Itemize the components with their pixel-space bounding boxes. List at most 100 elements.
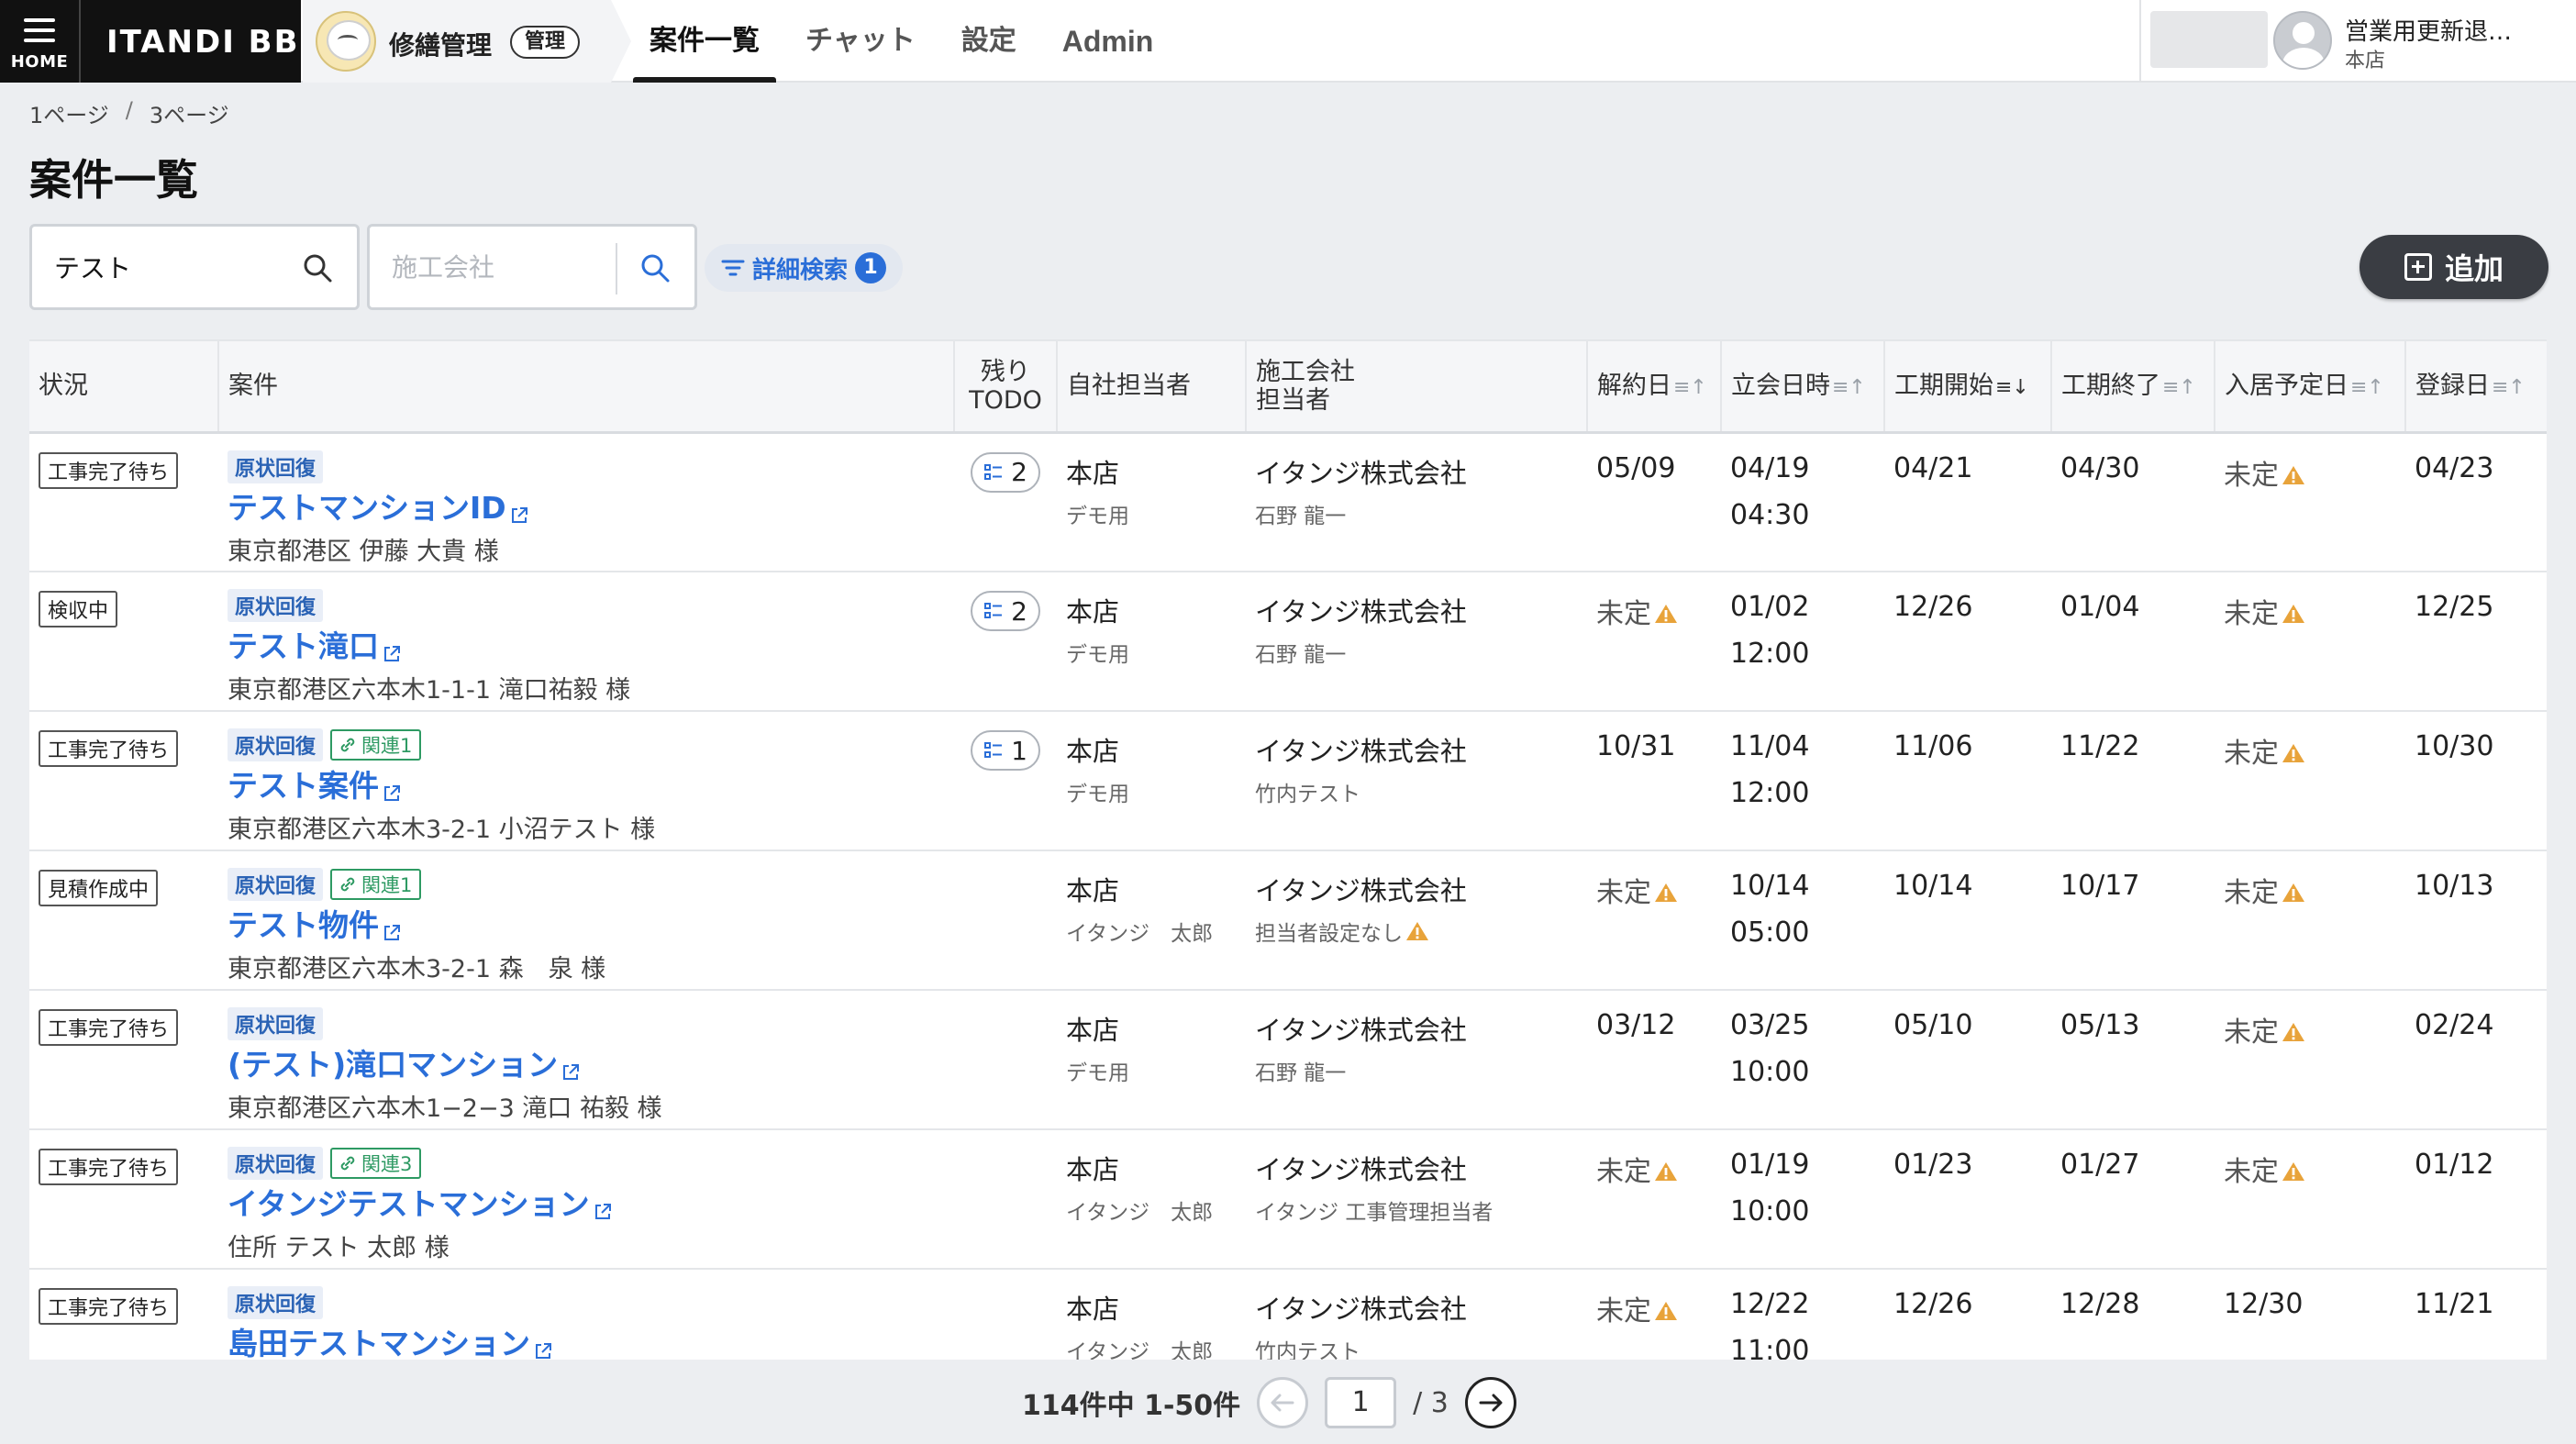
header-registered[interactable]: 登録日≡↑ bbox=[2405, 339, 2547, 434]
keyword-search-input[interactable] bbox=[54, 249, 274, 285]
cancel-date-cell: 未定 bbox=[1587, 1269, 1721, 1360]
staff-branch: 本店 bbox=[1066, 596, 1120, 628]
todo-count-button[interactable]: 2 bbox=[971, 591, 1040, 631]
table-row[interactable]: 工事完了待ち 原状回復 テストマンションID 東京都港区 伊藤 大貴 様 2 本店 デモ用イ… bbox=[29, 432, 2547, 572]
external-link-icon[interactable] bbox=[561, 1053, 580, 1080]
header-move-in[interactable]: 入居予定日≡↑ bbox=[2215, 339, 2406, 434]
advanced-search-button[interactable]: 詳細検索 1 bbox=[705, 244, 904, 292]
case-table-container[interactable]: 状況 案件 残り TODO 自社担当者 施工会社 担当者 解約日≡↑ 立会日時≡↑ … bbox=[29, 339, 2547, 1360]
table-row[interactable]: 工事完了待ち 原状回復 島田テストマンション 本店 イタンジ 太郎 イタンジ株式会社 竹内テ… bbox=[29, 1269, 2547, 1360]
case-title-link[interactable]: 島田テストマンション bbox=[228, 1319, 945, 1360]
prev-page-button[interactable] bbox=[1257, 1377, 1309, 1428]
case-cell: 原状回復 テスト滝口東京都港区六本木1-1-1 滝口祐毅 様 bbox=[218, 572, 954, 712]
external-link-icon[interactable] bbox=[510, 496, 528, 523]
case-address: 東京都港区 伊藤 大貴 様 bbox=[228, 537, 499, 566]
category-tag: 原状回復 bbox=[228, 589, 324, 622]
related-tag[interactable]: 関連3 bbox=[330, 1148, 422, 1179]
external-link-icon[interactable] bbox=[534, 1332, 552, 1359]
app-switcher[interactable]: 修繕管理 管理 bbox=[303, 0, 631, 83]
status-cell: 工事完了待ち bbox=[29, 1129, 218, 1270]
case-address: 東京都港区六本木1−2−3 滝口 祐毅 様 bbox=[228, 1094, 662, 1123]
work-start-cell: 04/21 bbox=[1884, 432, 2051, 572]
cancel-date-cell: 未定 bbox=[1587, 572, 1721, 712]
header-cancel-date[interactable]: 解約日≡↑ bbox=[1587, 339, 1722, 434]
brand-text: ITANDI BB bbox=[106, 24, 300, 61]
main-nav: 案件一覧 チャット 設定 Admin bbox=[633, 0, 1183, 83]
breadcrumb-first[interactable]: 1ページ bbox=[29, 97, 109, 129]
related-tag[interactable]: 関連1 bbox=[330, 869, 422, 900]
brand-logo[interactable]: ITANDI BB bbox=[79, 0, 301, 83]
case-cell: 原状回復 (テスト)滝口マンション 東京都港区六本木1−2−3 滝口 祐毅 様 bbox=[218, 990, 954, 1130]
staff-branch: 本店 bbox=[1066, 1015, 1120, 1046]
todo-list-icon bbox=[984, 742, 1003, 758]
header-contractor: 施工会社 担当者 bbox=[1246, 339, 1588, 434]
todo-cell: 2 bbox=[954, 572, 1057, 712]
staff-branch: 本店 bbox=[1066, 1294, 1120, 1325]
status-cell: 工事完了待ち bbox=[29, 1269, 218, 1360]
external-link-icon[interactable] bbox=[383, 774, 401, 801]
warning-icon bbox=[1655, 1302, 1677, 1320]
registered-cell: 11/21 bbox=[2405, 1269, 2547, 1360]
warning-icon bbox=[1655, 605, 1677, 623]
case-address: 東京都港区六本木3-2-1 森 泉 様 bbox=[228, 955, 606, 983]
staff-cell: 本店 デモ用 bbox=[1057, 711, 1246, 851]
case-table: 状況 案件 残り TODO 自社担当者 施工会社 担当者 解約日≡↑ 立会日時≡↑ … bbox=[29, 339, 2547, 1360]
arrow-right-icon bbox=[1479, 1394, 1503, 1412]
case-title-link[interactable]: イタンジテストマンション bbox=[228, 1180, 945, 1224]
search-icon[interactable] bbox=[302, 252, 333, 283]
sort-icon: ≡↑ bbox=[2492, 376, 2526, 400]
header-inspection[interactable]: 立会日時≡↑ bbox=[1721, 339, 1885, 434]
category-tag: 原状回復 bbox=[228, 450, 324, 483]
case-title-link[interactable]: テスト案件 bbox=[228, 761, 945, 805]
nav-settings[interactable]: 設定 bbox=[945, 0, 1033, 83]
table-row[interactable]: 工事完了待ち 原状回復 関連3 イタンジテストマンション 住所 テスト 太郎 様本店 イタ… bbox=[29, 1129, 2547, 1270]
inspection-cell: 11/04 12:00 bbox=[1721, 711, 1884, 851]
external-link-icon[interactable] bbox=[383, 635, 401, 661]
pagination: 114件中 1-50件 1 / 3 bbox=[1022, 1374, 1516, 1431]
warning-icon bbox=[1655, 1162, 1677, 1181]
header-work-start[interactable]: 工期開始≡↓ bbox=[1884, 339, 2052, 434]
table-row[interactable]: 工事完了待ち 原状回復 (テスト)滝口マンション 東京都港区六本木1−2−3 滝口 祐… bbox=[29, 990, 2547, 1130]
advanced-search-count: 1 bbox=[855, 252, 887, 283]
table-row[interactable]: 検収中 原状回復 テスト滝口 東京都港区六本木1-1-1 滝口祐毅 様 2 本店 デモ用 イタ… bbox=[29, 572, 2547, 712]
nav-chat[interactable]: チャット bbox=[789, 0, 932, 83]
todo-count-button[interactable]: 1 bbox=[971, 730, 1040, 771]
related-tag[interactable]: 関連1 bbox=[330, 729, 422, 761]
company-search-input[interactable] bbox=[392, 249, 612, 285]
case-title-link[interactable]: テスト滝口 bbox=[228, 622, 945, 666]
user-menu[interactable]: 営業用更新退… 本店 bbox=[2139, 0, 2576, 83]
case-address: 住所 テスト 太郎 様 bbox=[228, 1234, 450, 1262]
sort-icon: ≡↑ bbox=[1673, 376, 1707, 400]
table-row[interactable]: 見積作成中 原状回復 関連1 テスト物件 東京都港区六本木3-2-1 森 泉 様本店 イタ… bbox=[29, 850, 2547, 991]
case-address: 東京都港区六本木1-1-1 滝口祐毅 様 bbox=[228, 676, 631, 705]
nav-admin[interactable]: Admin bbox=[1046, 0, 1171, 83]
add-case-button[interactable]: 追加 bbox=[2359, 235, 2548, 299]
header-case: 案件 bbox=[218, 339, 955, 434]
status-cell: 見積作成中 bbox=[29, 850, 218, 991]
home-menu-button[interactable]: HOME bbox=[0, 0, 79, 83]
staff-name: デモ用 bbox=[1066, 643, 1129, 667]
todo-count-button[interactable]: 2 bbox=[971, 451, 1040, 493]
header-work-end[interactable]: 工期終了≡↑ bbox=[2051, 339, 2215, 434]
cancel-date-cell: 03/12 bbox=[1587, 990, 1721, 1130]
case-title-link[interactable]: (テスト)滝口マンション bbox=[228, 1040, 945, 1084]
work-start-cell: 05/10 bbox=[1884, 990, 2051, 1130]
todo-list-icon bbox=[984, 463, 1003, 480]
case-title-link[interactable]: テストマンションID bbox=[228, 483, 945, 528]
search-icon[interactable] bbox=[639, 252, 671, 283]
registered-cell: 10/30 bbox=[2405, 711, 2547, 851]
work-start-cell: 10/14 bbox=[1884, 850, 2051, 991]
case-title-link[interactable]: テスト物件 bbox=[228, 901, 945, 945]
table-row[interactable]: 工事完了待ち 原状回復 関連1 テスト案件 東京都港区六本木3-2-1 小沼テスト 様 1… bbox=[29, 711, 2547, 851]
external-link-icon[interactable] bbox=[383, 914, 401, 940]
nav-case-list[interactable]: 案件一覧 bbox=[633, 0, 776, 83]
table-header-row: 状況 案件 残り TODO 自社担当者 施工会社 担当者 解約日≡↑ 立会日時≡↑ … bbox=[29, 339, 2547, 434]
arrow-left-icon bbox=[1271, 1394, 1294, 1412]
page-number-input[interactable]: 1 bbox=[1325, 1377, 1397, 1428]
case-cell: 原状回復 関連1 テスト案件 東京都港区六本木3-2-1 小沼テスト 様 bbox=[218, 711, 954, 851]
todo-cell: 1 bbox=[954, 711, 1057, 851]
next-page-button[interactable] bbox=[1464, 1377, 1516, 1428]
app-name: 修繕管理 bbox=[389, 30, 493, 61]
contractor-company: イタンジ株式会社 bbox=[1255, 1154, 1467, 1185]
external-link-icon[interactable] bbox=[594, 1193, 612, 1219]
